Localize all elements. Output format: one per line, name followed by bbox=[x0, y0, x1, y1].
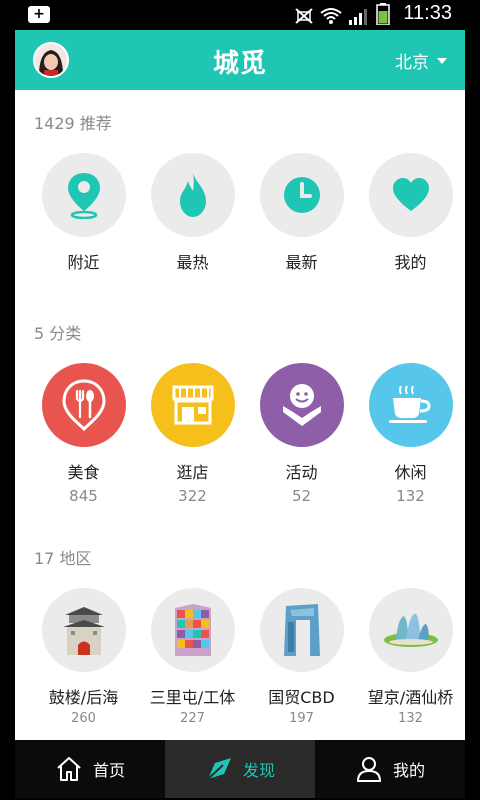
status-bar: + 11:33 bbox=[0, 0, 480, 30]
battery-icon bbox=[376, 3, 390, 25]
area-item-gulou[interactable]: 鼓楼/后海 260 bbox=[29, 588, 138, 726]
city-selector[interactable]: 北京 bbox=[395, 48, 447, 73]
category-label: 逛店 bbox=[176, 463, 209, 482]
cctv-tower-icon bbox=[283, 604, 320, 656]
nav-discover-label: 发现 bbox=[242, 761, 275, 780]
signal-icon bbox=[349, 9, 367, 25]
category-item-shopping[interactable]: 逛店 322 bbox=[138, 363, 247, 505]
wifi-icon bbox=[320, 8, 342, 24]
area-item-sanlitun[interactable]: 三里屯/工体 227 bbox=[138, 588, 247, 726]
area-label: 国贸CBD bbox=[268, 688, 335, 707]
category-item-leisure[interactable]: 休闲 132 bbox=[356, 363, 465, 505]
category-icon-bg bbox=[259, 363, 344, 447]
nav-home-label: 首页 bbox=[92, 761, 125, 780]
category-icon-bg bbox=[150, 363, 235, 447]
category-label: 休闲 bbox=[394, 463, 427, 482]
area-label: 三里屯/工体 bbox=[149, 688, 236, 707]
section-title-areas: 17 地区 bbox=[34, 549, 92, 568]
recommend-icon-bg bbox=[150, 153, 235, 237]
category-count: 845 bbox=[69, 487, 98, 505]
status-icons bbox=[294, 3, 390, 25]
area-grid: 鼓楼/后海 260 三里屯/工体 227 国贸CBD 197 望京/酒仙桥 13… bbox=[15, 588, 465, 726]
area-icon-bg bbox=[259, 588, 344, 672]
location-pin-icon bbox=[67, 173, 100, 219]
area-icon-bg bbox=[150, 588, 235, 672]
category-icon-bg bbox=[368, 363, 453, 447]
category-count: 132 bbox=[396, 487, 425, 505]
category-grid: 美食 845 逛店 322 活动 52 休闲 132 bbox=[15, 363, 465, 505]
category-icon-bg bbox=[41, 363, 126, 447]
app-header: 城觅 北京 bbox=[15, 30, 465, 90]
category-item-activity[interactable]: 活动 52 bbox=[247, 363, 356, 505]
colorful-building-icon bbox=[174, 604, 211, 656]
area-item-wangjing[interactable]: 望京/酒仙桥 132 bbox=[356, 588, 465, 726]
home-icon bbox=[57, 757, 81, 781]
category-count: 322 bbox=[178, 487, 207, 505]
category-item-food[interactable]: 美食 845 bbox=[29, 363, 138, 505]
area-label: 鼓楼/后海 bbox=[48, 688, 119, 707]
fork-spoon-icon bbox=[61, 379, 106, 431]
caret-down-icon bbox=[437, 57, 447, 64]
section-title-recommend: 1429 推荐 bbox=[34, 114, 112, 133]
recommend-label: 最新 bbox=[285, 253, 318, 272]
area-icon-bg bbox=[41, 588, 126, 672]
mute-icon bbox=[295, 8, 313, 24]
recommend-grid: 附近 最热 最新 我的 bbox=[15, 153, 465, 273]
area-icon-bg bbox=[368, 588, 453, 672]
compass-icon bbox=[207, 758, 231, 780]
recommend-label: 我的 bbox=[394, 253, 427, 272]
nav-mine[interactable]: 我的 bbox=[315, 740, 465, 798]
area-count: 197 bbox=[289, 711, 314, 726]
category-label: 活动 bbox=[285, 463, 318, 482]
area-label: 望京/酒仙桥 bbox=[367, 688, 454, 707]
area-count: 260 bbox=[71, 711, 96, 726]
area-count: 227 bbox=[180, 711, 205, 726]
notification-icon: + bbox=[28, 6, 50, 23]
storefront-icon bbox=[172, 385, 213, 425]
coffee-cup-icon bbox=[388, 385, 431, 423]
recommend-label: 附近 bbox=[67, 253, 100, 272]
nav-discover[interactable]: 发现 bbox=[165, 740, 315, 798]
recommend-icon-bg bbox=[41, 153, 126, 237]
nav-mine-label: 我的 bbox=[392, 761, 425, 780]
recommend-label: 最热 bbox=[176, 253, 209, 272]
recommend-item-hottest[interactable]: 最热 bbox=[138, 153, 247, 273]
recommend-item-newest[interactable]: 最新 bbox=[247, 153, 356, 273]
bottom-nav: 首页 发现 我的 bbox=[15, 740, 465, 798]
recommend-item-mine[interactable]: 我的 bbox=[356, 153, 465, 273]
nav-home[interactable]: 首页 bbox=[15, 740, 165, 798]
heart-icon bbox=[392, 178, 429, 211]
recommend-icon-bg bbox=[368, 153, 453, 237]
recommend-item-nearby[interactable]: 附近 bbox=[29, 153, 138, 273]
category-count: 52 bbox=[291, 487, 312, 505]
user-icon bbox=[356, 757, 381, 782]
flame-icon bbox=[179, 173, 206, 217]
section-title-categories: 5 分类 bbox=[34, 324, 82, 343]
wangjing-soho-icon bbox=[383, 613, 438, 647]
city-label: 北京 bbox=[395, 53, 429, 73]
drum-tower-icon bbox=[62, 607, 105, 655]
clock-icon bbox=[283, 177, 320, 213]
category-label: 美食 bbox=[67, 463, 100, 482]
discover-content: 1429 推荐 附近 最热 最新 我的 5 分类 美食 845 逛店 322 活… bbox=[15, 90, 465, 740]
clock-time: 11:33 bbox=[403, 2, 452, 24]
smiley-person-icon bbox=[282, 384, 321, 426]
area-item-guomao[interactable]: 国贸CBD 197 bbox=[247, 588, 356, 726]
recommend-icon-bg bbox=[259, 153, 344, 237]
area-count: 132 bbox=[398, 711, 423, 726]
